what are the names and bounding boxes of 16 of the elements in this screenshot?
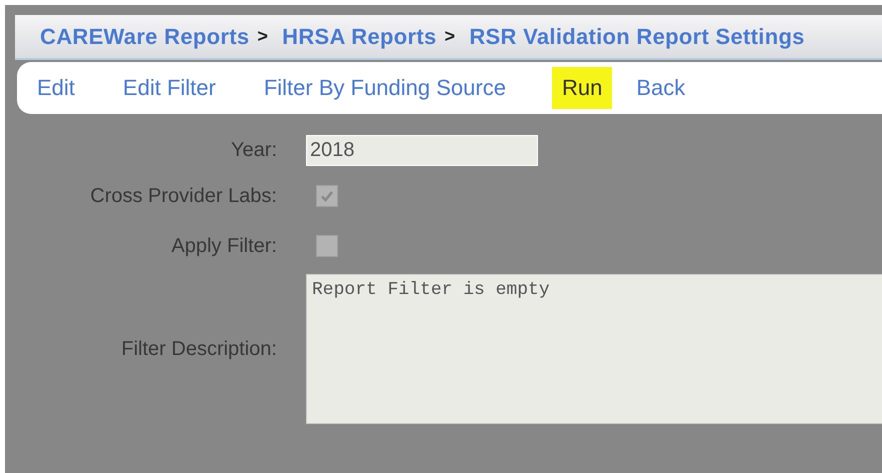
menu-link[interactable]: Edit Filter	[116, 71, 222, 105]
breadcrumb-link[interactable]: CAREWare Reports	[40, 24, 250, 50]
field-label: Filter Description:	[120, 338, 278, 360]
field-label: Cross Provider Labs:	[89, 184, 278, 208]
breadcrumb-separator: >	[257, 26, 268, 47]
breadcrumb-link[interactable]: HRSA Reports	[282, 24, 437, 50]
field-label: Apply Filter:	[170, 234, 278, 258]
menu-link[interactable]: Run	[552, 67, 612, 109]
filter-description-field[interactable]: Report Filter is empty	[306, 274, 882, 424]
year-field[interactable]: 2018	[306, 134, 538, 166]
menu-link[interactable]: Filter By Funding Source	[258, 71, 512, 105]
breadcrumb-link[interactable]: RSR Validation Report Settings	[469, 24, 805, 50]
breadcrumb-separator: >	[444, 26, 456, 47]
menu-link[interactable]: Edit	[31, 71, 81, 105]
field-label: Year:	[230, 138, 278, 162]
menu-link[interactable]: Back	[630, 71, 692, 105]
